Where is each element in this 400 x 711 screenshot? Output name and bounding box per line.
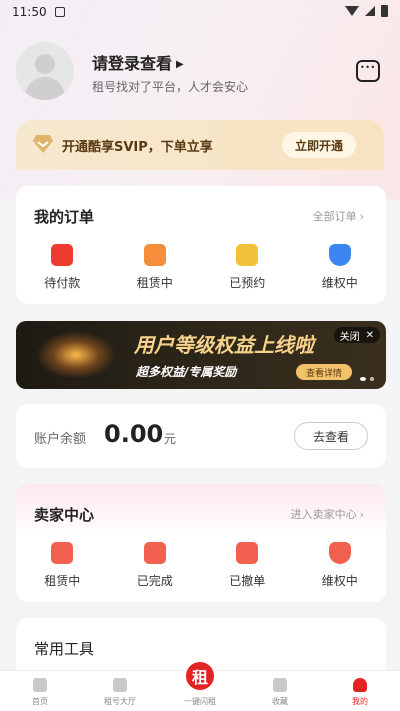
star-icon	[273, 678, 287, 692]
tab-home[interactable]: 首页	[0, 671, 80, 711]
open-svip-button[interactable]: 立即开通	[282, 132, 356, 158]
bottom-tab-bar: 首页 租号大厅 租 一键闪租 收藏 我的	[0, 659, 400, 711]
orders-card: 我的订单 全部订单 › 待付款 租赁中 已预约 维权中	[16, 186, 386, 304]
order-item-label: 租赁中	[136, 276, 173, 290]
order-reserved[interactable]: 已预约	[201, 244, 294, 291]
notification-icon	[54, 7, 65, 17]
close-icon: ✕	[365, 329, 374, 341]
tab-label: 租号大厅	[104, 697, 136, 706]
wallet-icon	[51, 244, 74, 266]
profile-section[interactable]: 请登录查看 ▶ 租号找对了平台，人才会安心	[16, 42, 384, 106]
tab-quick-rent[interactable]: 租 一键闪租	[160, 659, 240, 711]
tab-mine[interactable]: 我的	[320, 671, 400, 711]
order-item-label: 待付款	[44, 276, 81, 290]
balance-label: 账户余额	[34, 432, 87, 447]
seller-item-label: 维权中	[321, 574, 358, 588]
seller-title: 卖家中心	[34, 506, 95, 524]
orders-title: 我的订单	[34, 208, 95, 226]
seller-item-label: 已撤单	[229, 574, 266, 588]
shield-icon	[328, 244, 351, 266]
tab-favorites[interactable]: 收藏	[240, 671, 320, 711]
svip-text: 开通酷享SVIP，下单立享	[62, 140, 213, 155]
chevron-right-icon: ›	[359, 210, 364, 223]
seller-completed[interactable]: 已完成	[109, 542, 202, 589]
tab-rental-hall[interactable]: 租号大厅	[80, 671, 160, 711]
promo-banner[interactable]: 用户等级权益上线啦 超多权益/专属奖励 查看详情 关闭 ✕	[16, 321, 386, 389]
login-link[interactable]: 请登录查看 ▶	[92, 50, 184, 74]
seller-link-label: 进入卖家中心	[290, 508, 357, 521]
svip-bar[interactable]: 开通酷享SVIP，下单立享 立即开通	[16, 120, 384, 170]
seller-item-label: 租赁中	[44, 574, 81, 588]
status-time: 11:50	[12, 5, 47, 19]
shield-icon	[328, 542, 351, 564]
banner-pagination	[360, 377, 374, 381]
all-orders-label: 全部订单	[312, 210, 357, 223]
banner-title: 用户等级权益上线啦	[134, 333, 314, 357]
order-dispute[interactable]: 维权中	[294, 244, 387, 291]
store-icon	[113, 678, 127, 692]
banner-close-button[interactable]: 关闭 ✕	[333, 327, 380, 343]
box-icon	[143, 244, 166, 266]
message-icon[interactable]	[356, 60, 380, 82]
battery-icon	[381, 5, 388, 17]
banner-detail-button[interactable]: 查看详情	[296, 364, 352, 380]
diamond-icon	[33, 135, 53, 153]
signal-icon	[365, 6, 375, 16]
seller-item-label: 已完成	[136, 574, 173, 588]
tools-title: 常用工具	[34, 640, 95, 658]
balance-card: 账户余额 0.00 元 去查看	[16, 404, 386, 468]
seller-dispute[interactable]: 维权中	[294, 542, 387, 589]
quick-rent-icon: 租	[183, 659, 217, 693]
all-orders-link[interactable]: 全部订单 ›	[313, 208, 364, 224]
profile-subtitle: 租号找对了平台，人才会安心	[92, 80, 249, 94]
check-doc-icon	[143, 542, 166, 564]
tab-label: 一键闪租	[184, 697, 216, 706]
order-pending-payment[interactable]: 待付款	[16, 244, 109, 291]
tab-label: 收藏	[272, 697, 288, 706]
login-title: 请登录查看	[92, 54, 173, 73]
avatar[interactable]	[16, 42, 74, 100]
order-renting[interactable]: 租赁中	[109, 244, 202, 291]
view-balance-button[interactable]: 去查看	[294, 422, 368, 450]
box-icon	[51, 542, 74, 564]
cancel-doc-icon	[236, 542, 259, 564]
caret-right-icon: ▶	[176, 59, 184, 70]
balance-unit: 元	[164, 432, 177, 446]
banner-close-label: 关闭	[339, 331, 360, 343]
balance-value: 0.00	[104, 420, 164, 448]
banner-subtitle: 超多权益/专属奖励	[136, 365, 237, 379]
banner-decoration	[36, 331, 116, 379]
tab-label: 首页	[32, 697, 48, 706]
chevron-right-icon: ›	[359, 508, 364, 521]
user-icon	[353, 678, 367, 692]
tab-label: 我的	[352, 697, 368, 706]
wifi-icon	[345, 6, 359, 16]
clipboard-icon	[236, 244, 259, 266]
enter-seller-center-link[interactable]: 进入卖家中心 ›	[291, 506, 364, 522]
order-item-label: 已预约	[229, 276, 266, 290]
seller-renting[interactable]: 租赁中	[16, 542, 109, 589]
status-bar: 11:50	[0, 0, 400, 24]
seller-cancelled[interactable]: 已撤单	[201, 542, 294, 589]
home-icon	[33, 678, 47, 692]
seller-center-card: 卖家中心 进入卖家中心 › 租赁中 已完成 已撤单 维权中	[16, 484, 386, 602]
order-item-label: 维权中	[321, 276, 358, 290]
